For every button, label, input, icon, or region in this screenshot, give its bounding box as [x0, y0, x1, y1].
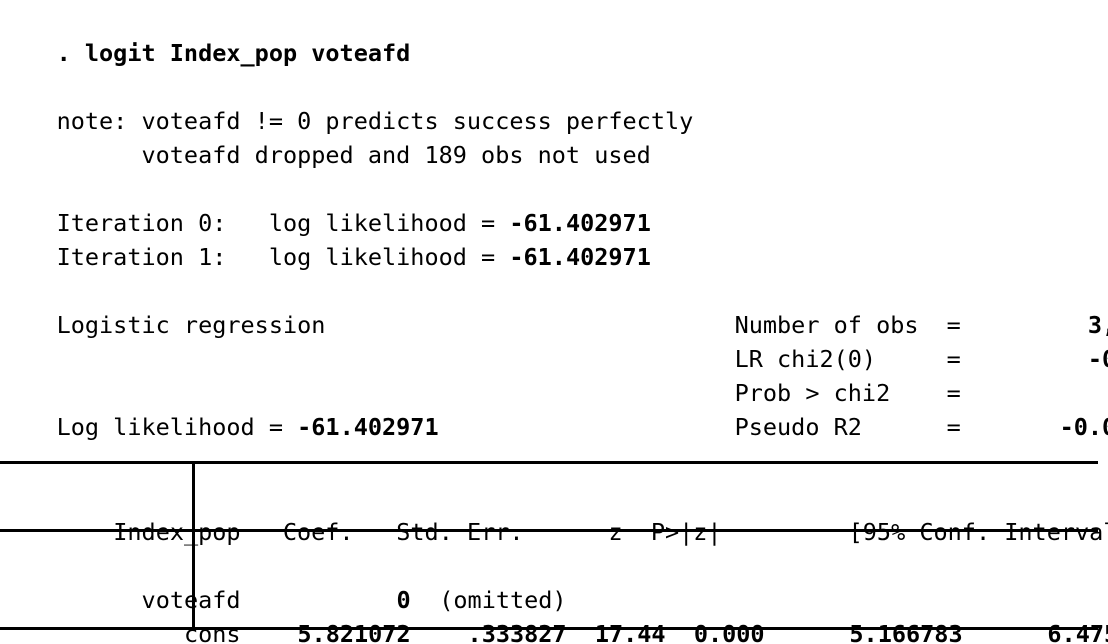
- table-header-p: P>|z|: [650, 518, 722, 546]
- row-std-err: .333827: [467, 620, 567, 644]
- model-title-text: Logistic regression: [56, 311, 326, 339]
- note-line-2: voteafd dropped and 189 obs not used: [0, 104, 650, 169]
- stat-label: Pseudo R2: [734, 413, 862, 441]
- row-ci-high: 6.475361: [1047, 620, 1108, 644]
- table-row: _cons 5.821072 .333827 17.44 0.000 5.166783 6.…: [0, 583, 1108, 644]
- command-text: . logit Index_pop voteafd: [56, 39, 411, 67]
- row-variable-name: _cons: [169, 620, 241, 644]
- table-header-std-err: Std. Err.: [396, 518, 524, 546]
- table-row: voteafd 0 (omitted): [0, 549, 567, 614]
- log-likelihood-label: Log likelihood =: [56, 413, 283, 441]
- iteration-line-1: Iteration 1: log likelihood = -61.402971: [0, 206, 651, 271]
- row-coef: 5.821072: [297, 620, 411, 644]
- log-likelihood-spacer: [283, 413, 297, 441]
- stat-row-pseudo-r2: Pseudo R2 = -0.0000: [678, 376, 1108, 441]
- log-likelihood-value: -61.402971: [297, 413, 439, 441]
- iteration-label: Iteration 1:: [56, 243, 227, 271]
- command-line: . logit Index_pop voteafd: [0, 2, 411, 67]
- table-header-row: Index_pop Coef. Std. Err. z P>|z| [95% Conf. …: [0, 481, 1108, 546]
- table-header-varname: Index_pop: [113, 518, 241, 546]
- note-line-1: note: voteafd != 0 predicts success perf…: [0, 70, 694, 135]
- model-title: Logistic regression: [0, 274, 326, 339]
- stata-results-console[interactable]: . logit Index_pop voteafd note: voteafd …: [0, 0, 1108, 644]
- table-header-coef: Coef.: [282, 518, 354, 546]
- note-text: voteafd dropped and 189 obs not used: [56, 141, 651, 169]
- row-z: 17.44: [594, 620, 666, 644]
- iteration-value: -61.402971: [509, 243, 651, 271]
- stat-row-prob-chi2: Prob > chi2=.: [678, 342, 1108, 407]
- iteration-line-0: Iteration 0: log likelihood = -61.402971: [0, 172, 651, 237]
- stat-equals: =: [946, 413, 961, 441]
- table-header-conf-interval: [95% Conf. Interval]: [848, 518, 1108, 546]
- iteration-stat-label: log likelihood =: [268, 243, 496, 271]
- stat-row-lr-chi2: LR chi2(0)=-0.00: [678, 308, 1108, 373]
- table-top-rule: [0, 461, 1098, 464]
- stat-row-number-of-obs: Number of obs=3,045: [678, 274, 1108, 339]
- log-likelihood-line: Log likelihood = -61.402971: [0, 376, 439, 441]
- stat-value: -0.0000: [1059, 413, 1108, 441]
- iteration-spacer: [495, 243, 509, 271]
- row-ci-low: 5.166783: [849, 620, 963, 644]
- table-header-z: z: [608, 518, 623, 546]
- iteration-spacer: [226, 243, 268, 271]
- row-p-value: 0.000: [693, 620, 765, 644]
